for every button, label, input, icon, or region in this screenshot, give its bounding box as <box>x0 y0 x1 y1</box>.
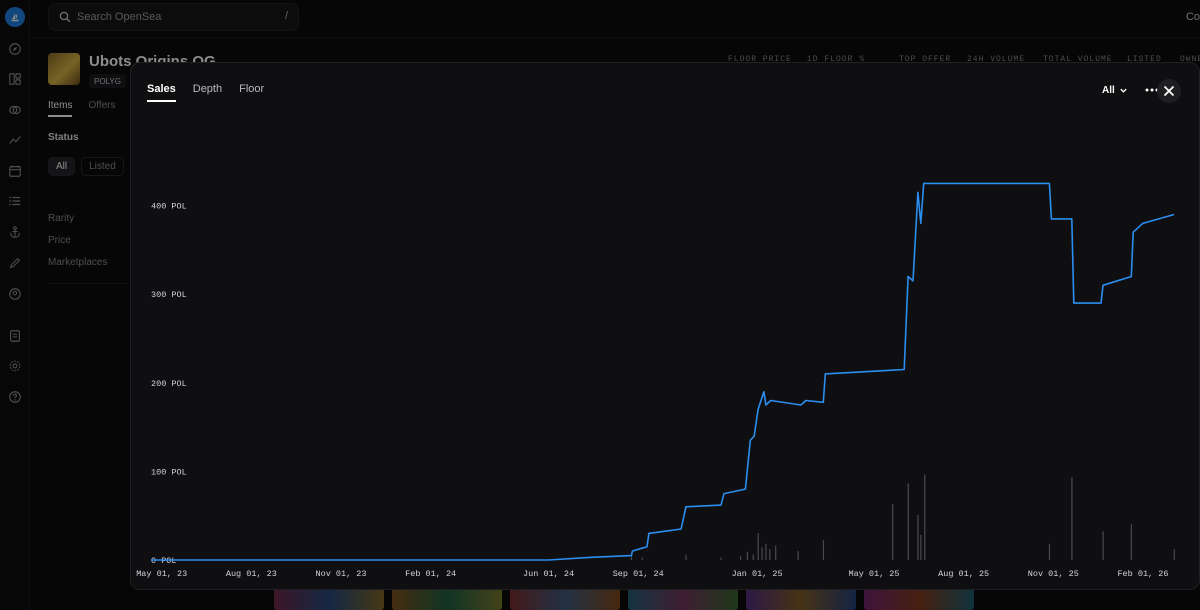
volume-bar <box>797 551 799 560</box>
x-tick-label: Nov 01, 23 <box>316 569 367 579</box>
volume-bar <box>630 556 633 560</box>
x-tick-label: Sep 01, 24 <box>613 569 664 579</box>
volume-bar <box>924 474 926 560</box>
volume-bar <box>769 549 771 560</box>
volume-bar <box>1130 524 1132 560</box>
y-tick-label: 100 POL <box>151 467 187 477</box>
volume-bar <box>1173 549 1175 560</box>
volume-bar <box>757 533 759 560</box>
volume-bar <box>920 534 922 560</box>
x-tick-label: May 01, 23 <box>136 569 187 579</box>
x-tick-label: May 01, 25 <box>849 569 900 579</box>
x-tick-label: Nov 01, 25 <box>1028 569 1079 579</box>
volume-bar <box>720 557 722 560</box>
volume-bar <box>1102 531 1104 560</box>
volume-bar <box>752 554 754 560</box>
volume-bar <box>641 557 643 560</box>
volume-bar <box>917 515 919 560</box>
y-tick-label: 200 POL <box>151 379 187 389</box>
x-tick-label: Feb 01, 24 <box>405 569 456 579</box>
volume-bar <box>765 543 767 560</box>
volume-bar <box>907 483 909 560</box>
x-tick-label: Aug 01, 23 <box>226 569 277 579</box>
y-tick-label: 300 POL <box>151 290 187 300</box>
x-tick-label: Jun 01, 24 <box>523 569 574 579</box>
volume-bar <box>761 547 763 560</box>
volume-bar <box>740 556 742 560</box>
volume-bar <box>1048 543 1051 560</box>
x-tick-label: Aug 01, 25 <box>938 569 989 579</box>
volume-bar <box>775 545 777 560</box>
x-tick-label: Feb 01, 26 <box>1117 569 1168 579</box>
y-tick-label: 400 POL <box>151 202 187 212</box>
volume-bar <box>746 551 749 560</box>
sales-chart[interactable]: 0 POL 100 POL 200 POL 300 POL 400 POL May 01,… <box>131 63 1200 590</box>
volume-bar <box>685 554 687 560</box>
price-history-modal: Sales Depth Floor All 0 POL 100 POL 200 PO… <box>130 62 1200 590</box>
series-line <box>151 182 1175 561</box>
y-tick-label: 0 POL <box>151 556 177 566</box>
app-window: / Co Ubots Origins OG POLYG FLOOR PRICE … <box>0 0 1200 610</box>
volume-bar <box>892 504 894 560</box>
x-tick-label: Jan 01, 25 <box>732 569 783 579</box>
volume-bar <box>822 540 825 560</box>
volume-bar <box>1071 477 1073 560</box>
